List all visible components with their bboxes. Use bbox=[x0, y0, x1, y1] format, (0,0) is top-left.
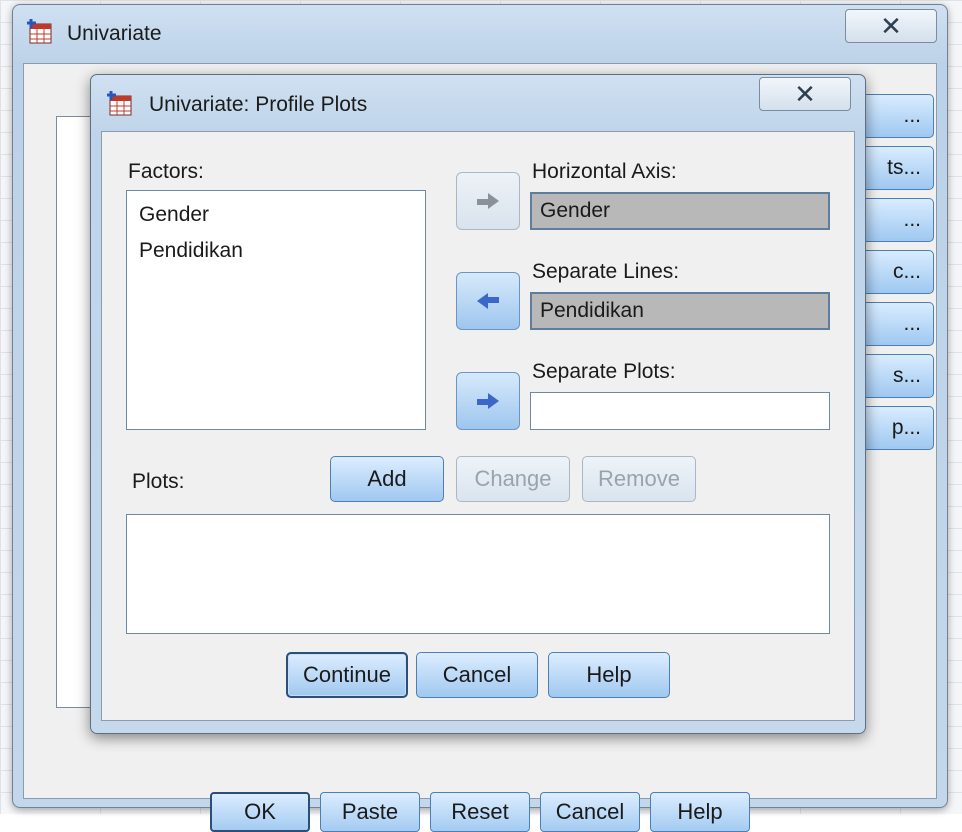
dialog-close-button[interactable]: ✕ bbox=[759, 77, 851, 111]
close-button[interactable]: ✕ bbox=[845, 9, 937, 43]
window-title: Univariate bbox=[67, 22, 162, 45]
help-label: Help bbox=[677, 799, 723, 824]
move-left-arrow-icon bbox=[477, 293, 499, 309]
ok-button[interactable]: OK bbox=[210, 792, 310, 832]
add-button[interactable]: Add bbox=[330, 456, 444, 502]
separate-lines-label: Separate Lines: bbox=[532, 260, 680, 283]
horizontal-axis-label: Horizontal Axis: bbox=[532, 160, 677, 183]
profile-plots-dialog: Univariate: Profile Plots ✕ Factors: Gen… bbox=[90, 74, 866, 734]
side-button-label: ... bbox=[903, 208, 921, 231]
reset-label: Reset bbox=[451, 799, 509, 824]
close-icon: ✕ bbox=[880, 10, 902, 41]
plots-label: Plots: bbox=[132, 470, 185, 493]
reset-button[interactable]: Reset bbox=[430, 792, 530, 832]
side-button-label: ... bbox=[903, 104, 921, 127]
spss-table-icon bbox=[107, 91, 132, 116]
change-label: Change bbox=[474, 466, 552, 491]
remove-label: Remove bbox=[598, 466, 680, 491]
dialog-help-button[interactable]: Help bbox=[548, 652, 670, 698]
close-icon: ✕ bbox=[794, 78, 816, 109]
change-button[interactable]: Change bbox=[456, 456, 570, 502]
move-from-separate-lines-button[interactable] bbox=[456, 272, 520, 330]
paste-button[interactable]: Paste bbox=[320, 792, 420, 832]
separate-plots-label: Separate Plots: bbox=[532, 360, 676, 383]
univariate-titlebar: Univariate ✕ bbox=[13, 5, 947, 55]
move-right-arrow-icon bbox=[477, 193, 499, 209]
help-button[interactable]: Help bbox=[650, 792, 750, 832]
dialog-cancel-label: Cancel bbox=[442, 662, 512, 687]
continue-button[interactable]: Continue bbox=[286, 652, 408, 698]
dialog-help-label: Help bbox=[586, 662, 632, 687]
horizontal-axis-field[interactable]: Gender bbox=[530, 192, 830, 230]
cancel-button[interactable]: Cancel bbox=[540, 792, 640, 832]
side-button-label: p... bbox=[891, 416, 921, 439]
ok-label: OK bbox=[244, 799, 276, 824]
side-button-label: s... bbox=[892, 364, 921, 387]
factors-listbox[interactable]: Gender Pendidikan bbox=[126, 190, 426, 430]
spss-table-icon bbox=[27, 19, 52, 44]
factors-label: Factors: bbox=[128, 160, 204, 183]
dialog-title: Univariate: Profile Plots bbox=[149, 93, 368, 116]
side-button-label: ts... bbox=[887, 156, 921, 179]
move-to-separate-plots-button[interactable] bbox=[456, 372, 520, 430]
move-to-horizontal-axis-button[interactable] bbox=[456, 172, 520, 230]
move-right-arrow-icon bbox=[477, 393, 499, 409]
paste-label: Paste bbox=[341, 799, 399, 824]
separate-plots-field[interactable] bbox=[530, 392, 830, 430]
separate-lines-field[interactable]: Pendidikan bbox=[530, 292, 830, 330]
side-button-label: ... bbox=[903, 312, 921, 335]
dialog-cancel-button[interactable]: Cancel bbox=[416, 652, 538, 698]
dialog-client-area: Factors: Gender Pendidikan Horizontal Ax… bbox=[101, 131, 855, 721]
separate-lines-value: Pendidikan bbox=[540, 299, 644, 322]
side-button-label: c... bbox=[892, 260, 921, 283]
remove-button[interactable]: Remove bbox=[582, 456, 696, 502]
continue-label: Continue bbox=[302, 662, 392, 687]
cancel-label: Cancel bbox=[555, 799, 625, 824]
horizontal-axis-value: Gender bbox=[540, 199, 611, 222]
factor-item-gender[interactable]: Gender bbox=[139, 203, 209, 227]
add-label: Add bbox=[367, 466, 407, 491]
factor-item-pendidikan[interactable]: Pendidikan bbox=[139, 239, 243, 263]
plots-listbox[interactable] bbox=[126, 514, 830, 634]
